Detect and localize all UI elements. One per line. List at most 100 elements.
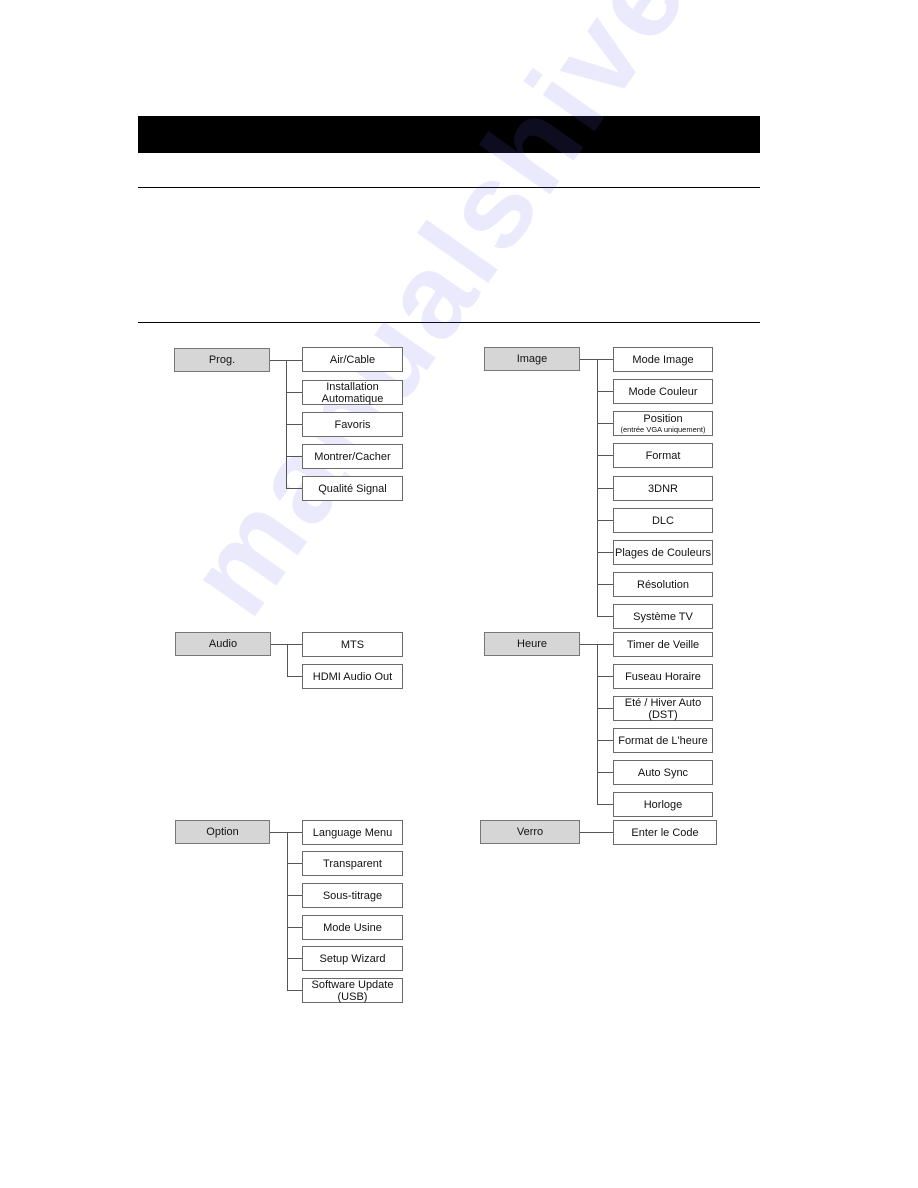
menu-item-text: Résolution (637, 579, 689, 591)
menu-root-image[interactable]: Image (484, 347, 580, 371)
menu-item-label: Système TV (633, 610, 693, 623)
connector-branch (287, 927, 302, 928)
connector-line (270, 832, 302, 833)
menu-root-verro[interactable]: Verro (480, 820, 580, 844)
menu-item-text: Position (entrée VGA uniquement) (620, 413, 705, 434)
menu-item-text: Horloge (644, 799, 683, 811)
menu-item[interactable]: Eté / Hiver Auto (DST) (613, 696, 713, 721)
connector-branch (597, 391, 613, 392)
menu-item[interactable]: Language Menu (302, 820, 403, 845)
menu-item[interactable]: Horloge (613, 792, 713, 817)
connector-branch (286, 488, 302, 489)
menu-item-label: Language Menu (312, 826, 393, 839)
divider-top (138, 187, 760, 188)
menu-item-text: Enter le Code (631, 827, 698, 839)
menu-item[interactable]: Timer de Veille (613, 632, 713, 657)
menu-item[interactable]: HDMI Audio Out (302, 664, 403, 689)
menu-item-label: Fuseau Horaire (625, 670, 701, 683)
menu-item-text: Favoris (334, 419, 370, 431)
menu-item[interactable]: Position (entrée VGA uniquement) (613, 411, 713, 436)
menu-item-text: Plages de Couleurs (615, 547, 711, 559)
connector-branch (597, 616, 613, 617)
menu-item[interactable]: Air/Cable (302, 347, 403, 372)
menu-item-label: MTS (340, 638, 365, 651)
menu-item[interactable]: DLC (613, 508, 713, 533)
connector-branch (287, 958, 302, 959)
menu-item-note: (entrée VGA uniquement) (620, 425, 706, 434)
connector-branch (597, 552, 613, 553)
menu-item[interactable]: Résolution (613, 572, 713, 597)
watermark: manualshive.com (161, 0, 884, 639)
menu-item-label: Plages de Couleurs (614, 546, 711, 559)
menu-item-text: DLC (652, 515, 674, 527)
menu-item[interactable]: Qualité Signal (302, 476, 403, 501)
menu-item-label: Horloge (643, 798, 683, 811)
menu-item[interactable]: Favoris (302, 412, 403, 437)
menu-root-audio[interactable]: Audio (175, 632, 271, 656)
menu-item-label: Qualité Signal (318, 482, 387, 495)
menu-item[interactable]: 3DNR (613, 476, 713, 501)
menu-item[interactable]: Format de L'heure (613, 728, 713, 753)
connector-line (580, 832, 613, 833)
menu-item-label: Mode Couleur (628, 385, 698, 398)
menu-item[interactable]: Mode Usine (302, 915, 403, 940)
menu-item[interactable]: Enter le Code (613, 820, 717, 845)
menu-item-label: Auto Sync (637, 766, 689, 779)
menu-item-text: Timer de Veille (627, 639, 699, 651)
header-bar (138, 116, 760, 153)
menu-item[interactable]: Plages de Couleurs (613, 540, 713, 565)
menu-item[interactable]: Software Update (USB) (302, 978, 403, 1003)
menu-item[interactable]: Transparent (302, 851, 403, 876)
connector-trunk (597, 644, 598, 805)
menu-item[interactable]: Setup Wizard (302, 946, 403, 971)
connector-branch (286, 392, 302, 393)
menu-item[interactable]: Système TV (613, 604, 713, 629)
menu-item-label: Air/Cable (329, 353, 376, 366)
menu-item-text: Setup Wizard (319, 953, 385, 965)
connector-branch (597, 740, 613, 741)
menu-item[interactable]: Mode Image (613, 347, 713, 372)
menu-item-text: Mode Usine (323, 922, 382, 934)
connector-branch (597, 804, 613, 805)
connector-trunk (287, 644, 288, 677)
menu-root-heure[interactable]: Heure (484, 632, 580, 656)
menu-item-text: HDMI Audio Out (313, 671, 392, 683)
menu-item[interactable]: Montrer/Cacher (302, 444, 403, 469)
menu-item-label: Timer de Veille (626, 638, 700, 651)
connector-branch (286, 424, 302, 425)
menu-item-text: Transparent (323, 858, 382, 870)
menu-item-label: DLC (651, 514, 674, 527)
menu-item-label: Montrer/Cacher (314, 450, 391, 463)
menu-item-label: 3DNR (648, 482, 678, 495)
menu-item-label: Format de L'heure (618, 734, 708, 747)
menu-root-option[interactable]: Option (175, 820, 270, 844)
connector-branch (597, 423, 613, 424)
menu-item-text: Format (646, 450, 681, 462)
menu-item-label: Position (643, 413, 683, 425)
menu-item[interactable]: Mode Couleur (613, 379, 713, 404)
menu-item-label: Setup Wizard (319, 952, 386, 965)
menu-item-text: Installation Automatique (303, 381, 402, 405)
menu-item[interactable]: Auto Sync (613, 760, 713, 785)
menu-item-label: Installation Automatique (321, 380, 384, 405)
menu-item[interactable]: Sous-titrage (302, 883, 403, 908)
menu-item[interactable]: Fuseau Horaire (613, 664, 713, 689)
menu-root-prog[interactable]: Prog. (174, 348, 270, 372)
menu-item[interactable]: Installation Automatique (302, 380, 403, 405)
menu-item-label: Transparent (323, 857, 382, 870)
connector-branch (597, 584, 613, 585)
menu-item-text: Auto Sync (638, 767, 688, 779)
menu-item-label: Eté / Hiver Auto (DST) (624, 696, 702, 721)
menu-item-text: Eté / Hiver Auto (DST) (614, 697, 712, 721)
connector-branch (597, 488, 613, 489)
menu-item[interactable]: MTS (302, 632, 403, 657)
menu-item-label: Sous-titrage (322, 889, 383, 902)
connector-branch (286, 456, 302, 457)
menu-item-text: Qualité Signal (318, 483, 387, 495)
menu-item[interactable]: Format (613, 443, 713, 468)
menu-item-label: Favoris (334, 418, 371, 431)
menu-item-text: Format de L'heure (618, 735, 708, 747)
connector-trunk (287, 832, 288, 991)
menu-item-label: Résolution (637, 578, 689, 591)
menu-item-label: Format (645, 449, 681, 462)
